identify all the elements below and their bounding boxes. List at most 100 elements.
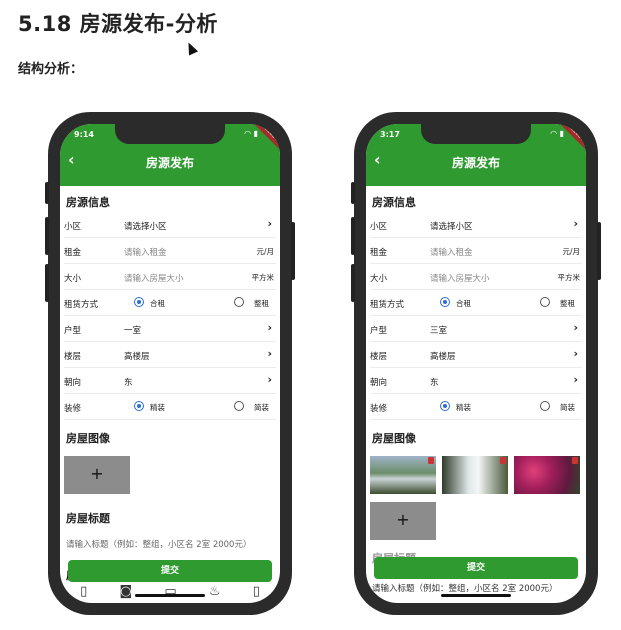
- row-label: 户型: [370, 326, 388, 336]
- chevron-right-icon: ›: [267, 347, 272, 360]
- community-select[interactable]: 请选择小区: [430, 220, 473, 232]
- title-input[interactable]: 请输入标题（例如：整组，小区名 2室 2000元）: [66, 538, 251, 550]
- title-input[interactable]: 请输入标题（例如：整组，小区名 2室 2000元）: [372, 582, 557, 594]
- row-label: 大小: [370, 274, 388, 284]
- rent-input[interactable]: 请输入租金: [430, 246, 473, 258]
- floor-value: 高楼层: [124, 352, 150, 362]
- radio-simple-label: 简装: [254, 403, 269, 412]
- phone-screen: 9:14 ◠ ▮ DEBUG ‹ 房源发布 房源信息 小区 请选择小区 › 租金…: [60, 124, 280, 603]
- volume-up-button: [45, 217, 49, 255]
- orientation-value: 东: [124, 378, 133, 388]
- mute-button: [351, 182, 355, 204]
- row-size: 大小 请输入房屋大小 平方米: [64, 264, 276, 290]
- row-rent-type: 租赁方式 合租 整租: [64, 290, 276, 316]
- radio-simple[interactable]: [234, 401, 244, 411]
- chevron-right-icon: ›: [573, 217, 578, 230]
- size-input[interactable]: 请输入房屋大小: [430, 272, 490, 284]
- row-size: 大小 请输入房屋大小 平方米: [370, 264, 582, 290]
- volume-down-button: [45, 264, 49, 302]
- row-label: 户型: [64, 326, 82, 336]
- row-decoration: 装修 精装 简装: [370, 394, 582, 420]
- row-label: 装修: [64, 404, 82, 414]
- row-label: 租赁方式: [370, 300, 405, 310]
- mute-button: [45, 182, 49, 204]
- community-select[interactable]: 请选择小区: [124, 220, 167, 232]
- delete-image-icon[interactable]: [428, 457, 434, 464]
- wifi-icon: ◠ ▮: [244, 129, 258, 138]
- rent-unit: 元/月: [256, 247, 274, 256]
- add-image-button[interactable]: +: [64, 456, 130, 494]
- house-image-thumb[interactable]: [514, 456, 580, 494]
- floor-value: 高楼层: [430, 352, 456, 362]
- washer-icon[interactable]: ◙: [119, 584, 132, 599]
- status-time: 9:14: [74, 130, 94, 139]
- radio-shared-label: 合租: [456, 299, 471, 308]
- size-input[interactable]: 请输入房屋大小: [124, 272, 184, 284]
- phone-mockup-right: 3:17 ◠ ▮ DEBUG ‹ 房源发布 房源信息 小区 请选择小区 › 租金…: [351, 112, 601, 615]
- row-rent-type: 租赁方式 合租 整租: [370, 290, 582, 316]
- door-icon[interactable]: ▯: [80, 584, 87, 599]
- wifi-icon: ◠ ▮: [550, 129, 564, 138]
- chevron-right-icon: ›: [573, 373, 578, 386]
- row-floor[interactable]: 楼层 高楼层 ›: [370, 342, 582, 368]
- row-layout[interactable]: 户型 一室 ›: [64, 316, 276, 342]
- radio-whole-label: 整租: [254, 299, 269, 308]
- house-image-thumb[interactable]: [370, 456, 436, 494]
- row-rent: 租金 请输入租金 元/月: [370, 238, 582, 264]
- radio-shared[interactable]: [440, 297, 450, 307]
- row-label: 朝向: [64, 378, 82, 388]
- power-button: [291, 222, 295, 280]
- fridge-icon[interactable]: ▯: [253, 584, 260, 599]
- radio-fine[interactable]: [134, 401, 144, 411]
- radio-whole-label: 整租: [560, 299, 575, 308]
- row-community[interactable]: 小区 请选择小区 ›: [370, 212, 582, 238]
- row-layout[interactable]: 户型 三室 ›: [370, 316, 582, 342]
- mouse-cursor-icon: [183, 40, 199, 56]
- chevron-right-icon: ›: [267, 217, 272, 230]
- delete-image-icon[interactable]: [572, 457, 578, 464]
- section-house-info: 房源信息: [66, 196, 110, 209]
- row-label: 装修: [370, 404, 388, 414]
- status-time: 3:17: [380, 130, 400, 139]
- radio-fine[interactable]: [440, 401, 450, 411]
- row-community[interactable]: 小区 请选择小区 ›: [64, 212, 276, 238]
- phone-screen: 3:17 ◠ ▮ DEBUG ‹ 房源发布 房源信息 小区 请选择小区 › 租金…: [366, 124, 586, 603]
- row-rent: 租金 请输入租金 元/月: [64, 238, 276, 264]
- submit-button[interactable]: 提交: [68, 560, 272, 582]
- layout-value: 三室: [430, 326, 448, 336]
- submit-button[interactable]: 提交: [374, 557, 578, 579]
- row-orientation[interactable]: 朝向 东 ›: [370, 368, 582, 394]
- doc-subtitle: 结构分析：: [18, 62, 84, 77]
- row-label: 租赁方式: [64, 300, 99, 310]
- home-indicator: [135, 594, 205, 597]
- radio-whole[interactable]: [540, 297, 550, 307]
- row-label: 朝向: [370, 378, 388, 388]
- chevron-right-icon: ›: [573, 347, 578, 360]
- radio-fine-label: 精装: [150, 403, 165, 412]
- volume-up-button: [351, 217, 355, 255]
- section-house-title: 房屋标题: [66, 512, 110, 525]
- volume-down-button: [351, 264, 355, 302]
- section-house-info: 房源信息: [372, 196, 416, 209]
- chevron-right-icon: ›: [267, 321, 272, 334]
- radio-simple[interactable]: [540, 401, 550, 411]
- house-image-thumb[interactable]: [442, 456, 508, 494]
- notch: [115, 124, 225, 144]
- row-label: 楼层: [64, 352, 82, 362]
- rent-input[interactable]: 请输入租金: [124, 246, 167, 258]
- delete-image-icon[interactable]: [500, 457, 506, 464]
- radio-fine-label: 精装: [456, 403, 471, 412]
- add-image-button[interactable]: +: [370, 502, 436, 540]
- phone-mockup-left: 9:14 ◠ ▮ DEBUG ‹ 房源发布 房源信息 小区 请选择小区 › 租金…: [45, 112, 295, 615]
- radio-shared[interactable]: [134, 297, 144, 307]
- orientation-value: 东: [430, 378, 439, 388]
- radio-whole[interactable]: [234, 297, 244, 307]
- section-house-images: 房屋图像: [66, 432, 110, 445]
- row-floor[interactable]: 楼层 高楼层 ›: [64, 342, 276, 368]
- page-title: 房源发布: [145, 156, 194, 170]
- radio-shared-label: 合租: [150, 299, 165, 308]
- row-label: 小区: [64, 222, 82, 232]
- fire-icon[interactable]: ♨: [209, 584, 221, 599]
- row-orientation[interactable]: 朝向 东 ›: [64, 368, 276, 394]
- row-label: 楼层: [370, 352, 388, 362]
